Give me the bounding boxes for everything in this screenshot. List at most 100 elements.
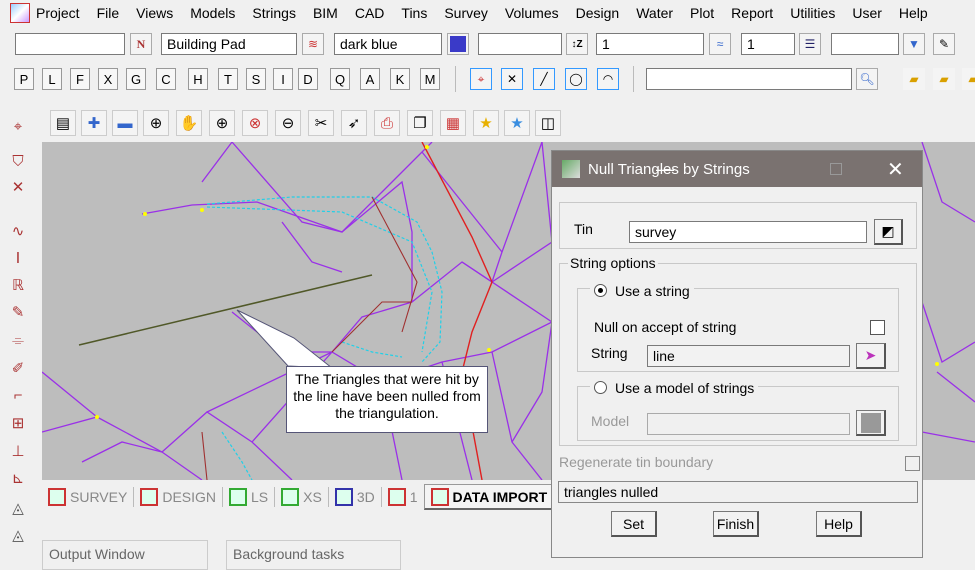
menu-strings[interactable]: Strings: [252, 5, 296, 21]
style-input[interactable]: [831, 33, 899, 55]
set-button[interactable]: Set: [611, 511, 657, 537]
null-on-accept-checkbox[interactable]: [870, 320, 885, 335]
weight-icon[interactable]: ☰: [799, 33, 821, 55]
pen-tool-icon[interactable]: ✐: [6, 357, 30, 379]
tin-pick-icon[interactable]: ◩: [874, 219, 903, 245]
search-icon[interactable]: 🔍︎: [856, 68, 878, 90]
use-model-radio[interactable]: Use a model of strings: [590, 380, 759, 396]
snap-line-icon[interactable]: ╱: [533, 68, 555, 90]
model-pick-button[interactable]: [856, 410, 886, 436]
favourite-icon[interactable]: ★: [473, 110, 499, 136]
maximize-button[interactable]: [830, 163, 842, 175]
note-tool-icon[interactable]: ✎: [6, 301, 30, 323]
menu-user[interactable]: User: [852, 5, 882, 21]
zoom-in-plus-icon[interactable]: ✚: [81, 110, 107, 136]
string-button-l[interactable]: L: [42, 68, 62, 90]
string-button-g[interactable]: G: [126, 68, 146, 90]
menu-plot[interactable]: Plot: [690, 5, 714, 21]
string-button-h[interactable]: H: [188, 68, 208, 90]
folder-icon[interactable]: ▰: [903, 68, 925, 90]
search-input[interactable]: [646, 68, 852, 90]
clone-view-icon[interactable]: ❐: [407, 110, 433, 136]
snap-circle-icon[interactable]: ◯: [565, 68, 587, 90]
menu-volumes[interactable]: Volumes: [505, 5, 559, 21]
dialog-title-bar[interactable]: Null Triangles by Strings — ✕: [552, 151, 922, 187]
background-tasks-panel[interactable]: Background tasks: [226, 540, 401, 570]
layers-icon[interactable]: ≋: [302, 33, 324, 55]
menu-file[interactable]: File: [97, 5, 120, 21]
use-string-radio[interactable]: Use a string: [590, 283, 694, 299]
menu-models[interactable]: Models: [190, 5, 235, 21]
menu-bim[interactable]: BIM: [313, 5, 338, 21]
string-button-q[interactable]: Q: [330, 68, 350, 90]
window-icon[interactable]: ◫: [535, 110, 561, 136]
snap-arc-icon[interactable]: ◠: [597, 68, 619, 90]
rail-tool-icon[interactable]: ⊞: [6, 412, 30, 434]
minimize-button[interactable]: —: [656, 159, 674, 180]
string-button-c[interactable]: C: [156, 68, 176, 90]
pick-icon[interactable]: ➶: [341, 110, 367, 136]
snap-point-icon[interactable]: ⌖: [470, 68, 492, 90]
print-icon[interactable]: ⎙: [374, 110, 400, 136]
string-button-p[interactable]: P: [14, 68, 34, 90]
menu-views[interactable]: Views: [136, 5, 173, 21]
string-button-d[interactable]: D: [298, 68, 318, 90]
menu-water[interactable]: Water: [636, 5, 673, 21]
polygon-tool-icon[interactable]: ⛉: [6, 150, 30, 172]
point-tool-icon[interactable]: ⌖: [6, 115, 30, 137]
string-button-m[interactable]: M: [420, 68, 440, 90]
pick-string-arrow-icon[interactable]: ➤: [856, 343, 886, 369]
menu-report[interactable]: Report: [731, 5, 773, 21]
tab-1[interactable]: 1: [382, 487, 424, 507]
menu-cad[interactable]: CAD: [355, 5, 385, 21]
colour-input[interactable]: dark blue: [334, 33, 442, 55]
menu-help[interactable]: Help: [899, 5, 928, 21]
name-input[interactable]: [15, 33, 125, 55]
string-input[interactable]: line: [647, 345, 850, 367]
menu-design[interactable]: Design: [576, 5, 620, 21]
model-input[interactable]: Building Pad: [161, 33, 297, 55]
folder-more-icon[interactable]: ▰: [962, 68, 975, 90]
snap-intersect-icon[interactable]: ✕: [501, 68, 523, 90]
menu-project[interactable]: Project: [36, 5, 80, 21]
folder-tools-icon[interactable]: ▰: [933, 68, 955, 90]
view-fit-icon[interactable]: ▤: [50, 110, 76, 136]
string-button-a[interactable]: A: [360, 68, 380, 90]
linestyle-icon[interactable]: ≈: [709, 33, 731, 55]
string-button-x[interactable]: X: [98, 68, 118, 90]
level-input[interactable]: 1: [596, 33, 704, 55]
string-button-k[interactable]: K: [390, 68, 410, 90]
zoom-window-icon[interactable]: ⊗: [242, 110, 268, 136]
zoom-extent-icon[interactable]: ⊕: [209, 110, 235, 136]
close-button[interactable]: ✕: [887, 157, 904, 182]
eyedropper-icon[interactable]: ✎: [933, 33, 955, 55]
menu-utilities[interactable]: Utilities: [790, 5, 835, 21]
tin-input[interactable]: survey: [629, 221, 867, 243]
model-input[interactable]: [647, 413, 850, 435]
favourite-blue-icon[interactable]: ★: [504, 110, 530, 136]
pipe-tool-icon[interactable]: ⊥: [6, 440, 30, 462]
measure-icon[interactable]: ✂: [308, 110, 334, 136]
zoom-out-minus-icon[interactable]: ▬: [112, 110, 138, 136]
text-tool-icon[interactable]: Ⅰ: [6, 247, 30, 269]
string-button-f[interactable]: F: [70, 68, 90, 90]
dropdown-icon[interactable]: ▼: [903, 33, 925, 55]
regenerate-checkbox[interactable]: [905, 456, 920, 471]
tin-tool-icon[interactable]: ◬: [6, 497, 30, 519]
cross-tool-icon[interactable]: ✕: [6, 176, 30, 198]
edit-tool-icon[interactable]: ℝ: [6, 274, 30, 296]
menu-survey[interactable]: Survey: [444, 5, 488, 21]
tab-ls[interactable]: LS: [223, 487, 276, 507]
tin-colour-tool-icon[interactable]: ◬: [6, 524, 30, 546]
output-window-panel[interactable]: Output Window: [42, 540, 208, 570]
tab-3d[interactable]: 3D: [329, 487, 382, 507]
finish-button[interactable]: Finish: [713, 511, 759, 537]
weight-input[interactable]: 1: [741, 33, 795, 55]
road-tool-icon[interactable]: ⌐: [6, 384, 30, 406]
draw-tool-icon[interactable]: ∿: [6, 220, 30, 242]
z-icon[interactable]: ↕Z: [566, 33, 588, 55]
zoom-in-icon[interactable]: ⊕: [143, 110, 169, 136]
tab-design[interactable]: DESIGN: [134, 487, 224, 507]
name-icon[interactable]: N: [130, 33, 152, 55]
zoom-previous-icon[interactable]: ⊖: [275, 110, 301, 136]
